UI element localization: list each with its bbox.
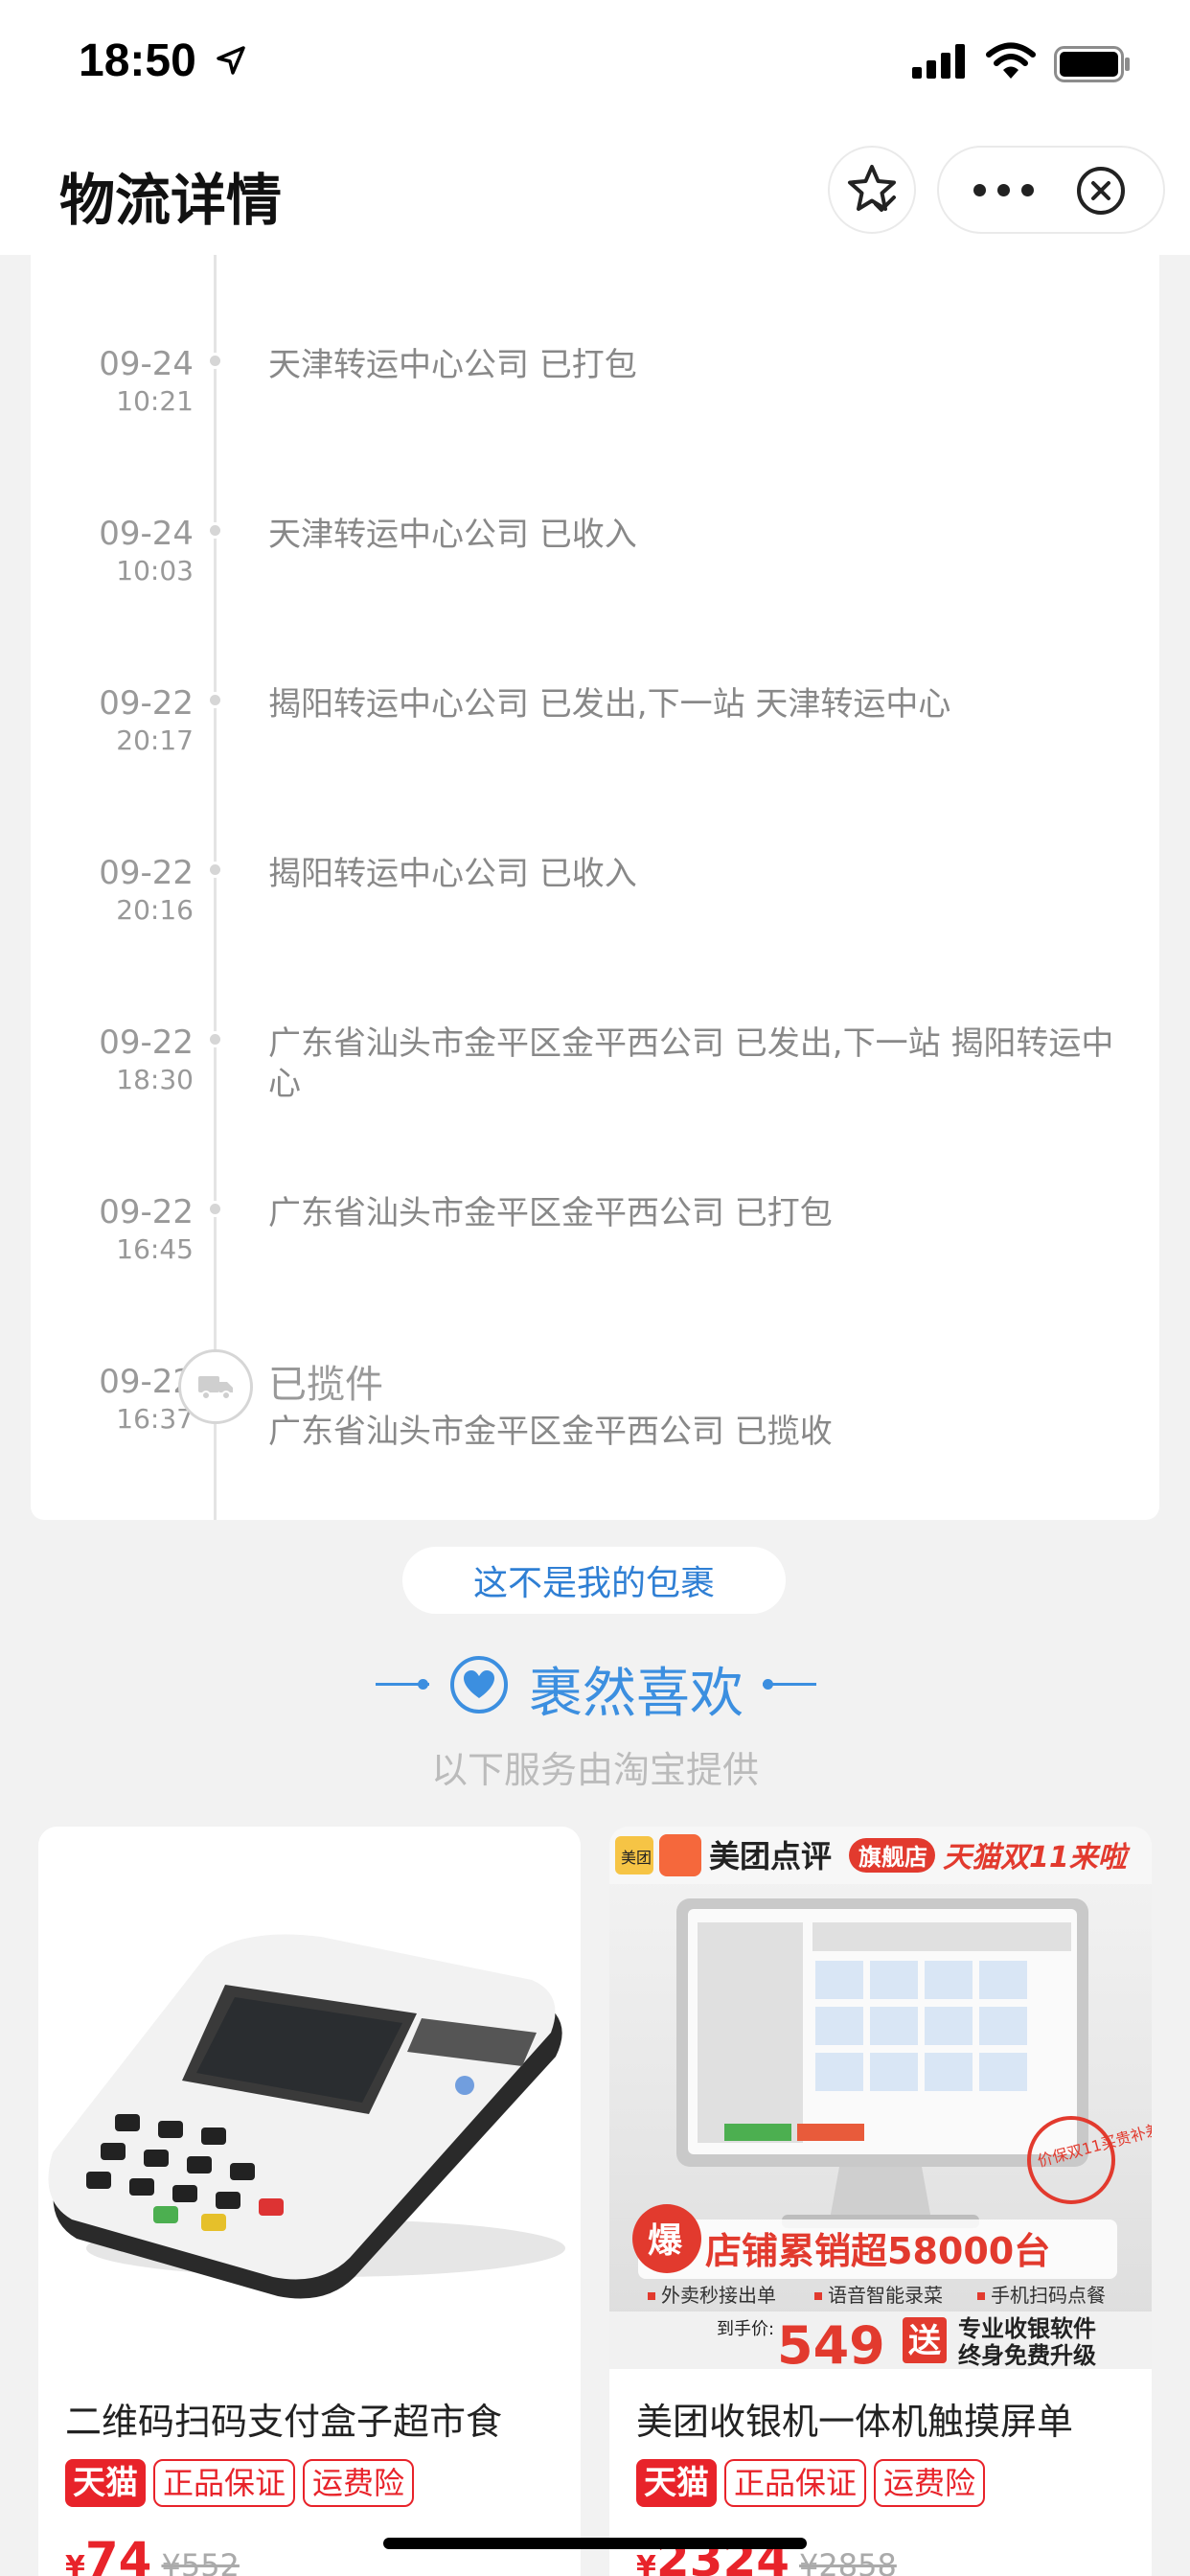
- favorite-button[interactable]: [828, 146, 916, 234]
- tmall-tag: 天猫: [65, 2459, 146, 2507]
- timeline-time: 16:45: [116, 1233, 194, 1265]
- product-card[interactable]: 美团 美团点评 旗舰店 天猫双11来啦 价保双11买贵补差 爆 店铺累销超580…: [609, 1827, 1152, 2576]
- gift-text: 专业收银软件: [958, 2315, 1096, 2342]
- product-title: 美团收银机一体机触摸屏单: [636, 2401, 1074, 2443]
- timeline-date: 09-22: [99, 854, 194, 892]
- location-arrow-icon: [217, 46, 245, 75]
- timeline-item: 09-24 10:21 天津转运中心公司 已打包: [31, 345, 1159, 508]
- more-dot: [1021, 183, 1034, 196]
- timeline-text: 广东省汕头市金平区金平西公司 已揽收: [268, 1413, 833, 1451]
- battery-icon: [1054, 46, 1130, 82]
- timeline-time: 16:37: [116, 1403, 194, 1435]
- product-image: [38, 1827, 581, 2369]
- truck-icon: [178, 1349, 253, 1424]
- star-check-icon: [848, 165, 896, 212]
- timeline-date: 09-22: [99, 1193, 194, 1231]
- gift-text: 终身免费升级: [958, 2342, 1096, 2369]
- timeline-dot: [207, 1201, 223, 1217]
- wifi-icon: [986, 42, 1036, 79]
- timeline-date: 09-24: [99, 345, 194, 383]
- timeline-item: 09-24 10:03 天津转运中心公司 已收入: [31, 515, 1159, 678]
- flagship-text: 旗舰店: [858, 1844, 927, 1871]
- currency-symbol: ¥: [636, 2550, 656, 2576]
- feature-text: 手机扫码点餐: [991, 2284, 1106, 2307]
- divider-dot: [418, 1679, 428, 1690]
- timeline-time: 10:03: [116, 555, 194, 586]
- timeline-time: 20:16: [116, 894, 194, 926]
- timeline-date: 09-24: [99, 515, 194, 553]
- more-dot: [973, 183, 986, 196]
- recommend-header: 裹然喜欢: [0, 1650, 1190, 1725]
- tmall-tag: 天猫: [636, 2459, 717, 2507]
- heart-icon: [450, 1656, 508, 1714]
- timeline-date: 09-22: [99, 1363, 194, 1401]
- boom-text: 爆: [648, 2221, 683, 2261]
- recommend-title: 裹然喜欢: [529, 1663, 744, 1725]
- mini-program-capsule: [937, 146, 1165, 234]
- gift-badge: 送: [908, 2322, 941, 2360]
- product-tags: 天猫 正品保证 运费险: [65, 2459, 415, 2507]
- nav-bar: 物流详情: [0, 126, 1190, 255]
- currency-symbol: ¥: [65, 2550, 85, 2576]
- recommend-subtitle: 以下服务由淘宝提供: [430, 1749, 759, 1791]
- sales-text: 店铺累销超58000台: [705, 2230, 1050, 2272]
- product-image: 美团 美团点评 旗舰店 天猫双11来啦 价保双11买贵补差 爆 店铺累销超580…: [609, 1827, 1152, 2376]
- timeline-text: 天津转运中心公司 已打包: [268, 346, 637, 384]
- timeline-time: 20:17: [116, 724, 194, 756]
- timeline-item: 09-22 18:30 广东省汕头市金平区金平西公司 已发出,下一站 揭阳转运中…: [31, 1024, 1159, 1186]
- timeline-text: 广东省汕头市金平区金平西公司 已发出,下一站 揭阳转运中心: [268, 1024, 1114, 1103]
- timeline-text: 揭阳转运中心公司 已收入: [268, 855, 637, 893]
- original-price: ¥2858: [799, 2547, 897, 2576]
- timeline-dot: [207, 862, 223, 878]
- product-price: ¥74 ¥552: [65, 2532, 240, 2576]
- price-value: 74: [84, 2532, 152, 2576]
- shipping-insurance-tag: 运费险: [303, 2459, 415, 2507]
- close-icon[interactable]: [1075, 165, 1127, 217]
- status-bar: 18:50: [0, 0, 1190, 126]
- timeline-text: 广东省汕头市金平区金平西公司 已打包: [268, 1194, 833, 1232]
- logistics-timeline: 09-24 10:21 天津转运中心公司 已打包 09-24 10:03 天津转…: [31, 255, 1159, 1520]
- product-tags: 天猫 正品保证 运费险: [636, 2459, 986, 2507]
- hand-price: 549: [777, 2315, 885, 2369]
- feature-text: 语音智能录菜: [828, 2284, 943, 2307]
- more-button[interactable]: [973, 148, 1034, 232]
- home-indicator[interactable]: [383, 2538, 807, 2549]
- not-my-package-button[interactable]: 这不是我的包裹: [402, 1547, 786, 1614]
- feature-text: 外卖秒接出单: [661, 2284, 776, 2307]
- timeline-dot: [207, 522, 223, 539]
- timeline-item: 09-22 20:17 揭阳转运中心公司 已发出,下一站 天津转运中心: [31, 684, 1159, 847]
- genuine-tag: 正品保证: [724, 2459, 867, 2507]
- genuine-tag: 正品保证: [153, 2459, 296, 2507]
- status-time: 18:50: [79, 35, 196, 86]
- timeline-date: 09-22: [99, 684, 194, 723]
- timeline-item-collected: 09-22 16:37 已揽件 广东省汕头市金平区金平西公司 已揽收: [31, 1349, 1159, 1526]
- divider: [763, 1683, 816, 1686]
- original-price: ¥552: [161, 2547, 240, 2576]
- promo-text: 天猫双11来啦: [943, 1841, 1131, 1874]
- timeline-time: 10:21: [116, 385, 194, 417]
- hand-price-label: 到手价:: [717, 2319, 774, 2339]
- page-title: 物流详情: [59, 168, 283, 233]
- shipping-insurance-tag: 运费险: [874, 2459, 986, 2507]
- timeline-date: 09-22: [99, 1024, 194, 1062]
- timeline-item: 09-22 16:45 广东省汕头市金平区金平西公司 已打包: [31, 1193, 1159, 1356]
- timeline-dot: [207, 1031, 223, 1047]
- timeline-dot: [207, 353, 223, 369]
- timeline-status: 已揽件: [268, 1363, 383, 1407]
- timeline-dot: [207, 692, 223, 708]
- more-dot: [997, 183, 1010, 196]
- product-card[interactable]: 二维码扫码支付盒子超市食 天猫 正品保证 运费险 ¥74 ¥552: [38, 1827, 581, 2576]
- brand-text: 美团点评: [709, 1838, 832, 1874]
- timeline-text: 天津转运中心公司 已收入: [268, 516, 637, 554]
- svg-text:美团: 美团: [621, 1849, 652, 1867]
- timeline-text: 揭阳转运中心公司 已发出,下一站 天津转运中心: [268, 685, 951, 724]
- timeline-item: 09-22 20:16 揭阳转运中心公司 已收入: [31, 854, 1159, 1017]
- timeline-time: 18:30: [116, 1064, 194, 1095]
- cellular-signal-icon: [912, 44, 965, 79]
- product-title: 二维码扫码支付盒子超市食: [65, 2401, 503, 2443]
